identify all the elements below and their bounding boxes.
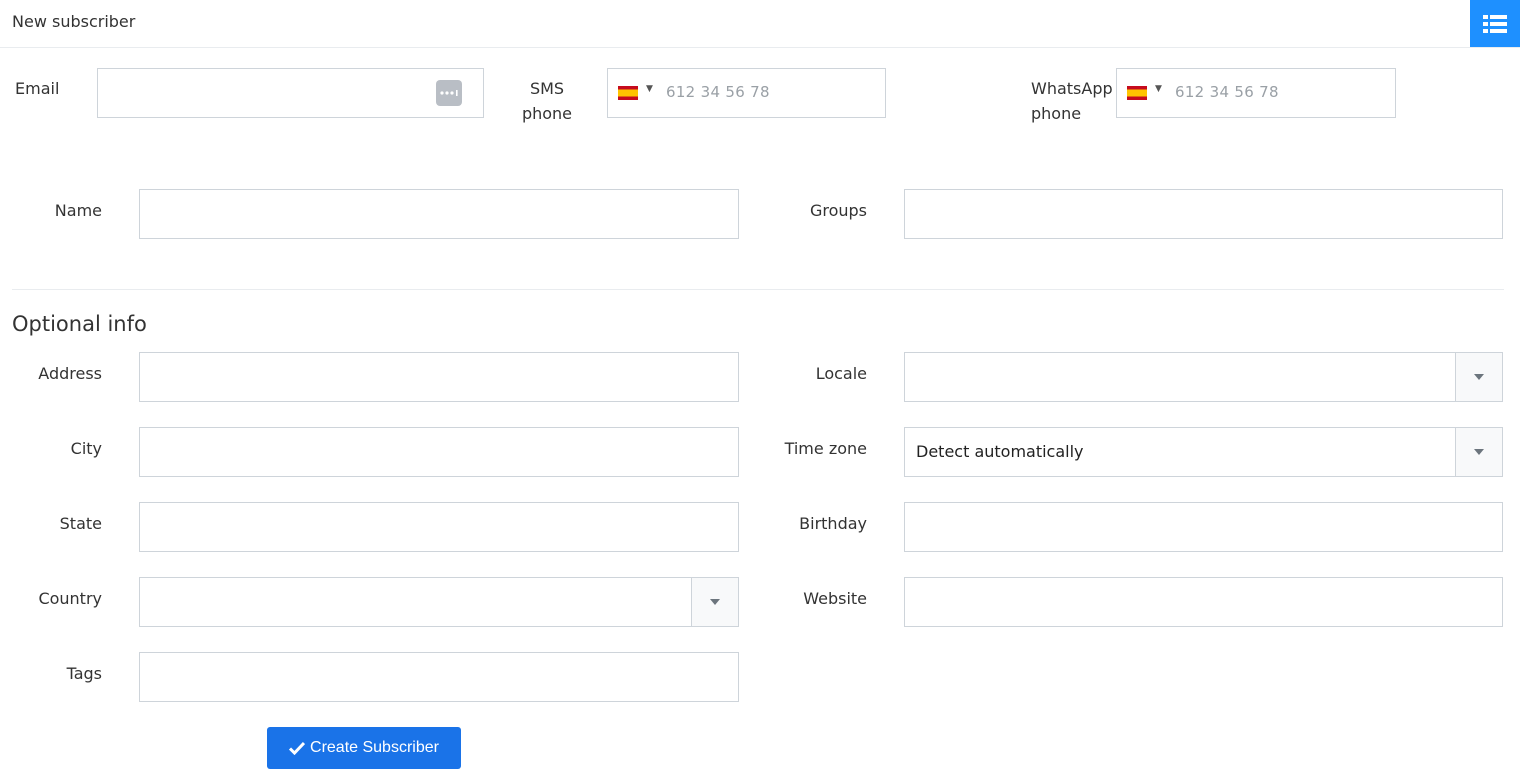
- city-field[interactable]: [139, 427, 739, 477]
- caret-down-icon: [710, 599, 720, 605]
- sms-phone-field[interactable]: ▼ 612 34 56 78: [607, 68, 886, 118]
- name-label: Name: [54, 201, 102, 220]
- birthday-label: Birthday: [799, 514, 867, 533]
- sms-label-line2: phone: [521, 104, 573, 123]
- check-icon: [289, 741, 306, 755]
- whatsapp-label-line2: phone: [1031, 104, 1082, 123]
- tags-field[interactable]: [139, 652, 739, 702]
- sms-phone-placeholder: 612 34 56 78: [666, 83, 770, 101]
- password-manager-button[interactable]: [436, 80, 462, 106]
- birthday-field[interactable]: [904, 502, 1503, 552]
- caret-down-icon[interactable]: ▼: [1155, 84, 1162, 94]
- whatsapp-phone-placeholder: 612 34 56 78: [1175, 83, 1279, 101]
- timezone-dropdown-button[interactable]: [1455, 428, 1502, 476]
- email-label: Email: [15, 79, 60, 98]
- tags-label: Tags: [66, 664, 102, 683]
- ellipsis-icon: [440, 90, 458, 96]
- address-label: Address: [38, 364, 102, 383]
- create-subscriber-label: Create Subscriber: [310, 739, 439, 756]
- state-label: State: [59, 514, 102, 533]
- state-field[interactable]: [139, 502, 739, 552]
- country-label: Country: [38, 589, 102, 608]
- timezone-value: Detect automatically: [916, 442, 1084, 461]
- sms-label-line1: SMS: [529, 79, 565, 98]
- sms-phone-label: SMS phone: [518, 76, 576, 126]
- section-divider: [12, 289, 1504, 290]
- timezone-label: Time zone: [784, 439, 867, 458]
- groups-label: Groups: [809, 201, 867, 220]
- list-view-button[interactable]: [1470, 0, 1520, 47]
- caret-down-icon[interactable]: ▼: [646, 84, 653, 94]
- create-subscriber-button[interactable]: Create Subscriber: [267, 727, 461, 769]
- website-label: Website: [803, 589, 867, 608]
- list-icon: [1483, 14, 1507, 33]
- groups-field[interactable]: [904, 189, 1503, 239]
- whatsapp-phone-field[interactable]: ▼ 612 34 56 78: [1116, 68, 1396, 118]
- caret-down-icon: [1474, 449, 1484, 455]
- whatsapp-phone-label: WhatsApp phone: [1031, 76, 1113, 126]
- page-header: New subscriber: [0, 0, 1520, 48]
- name-field[interactable]: [139, 189, 739, 239]
- address-field[interactable]: [139, 352, 739, 402]
- spain-flag-icon[interactable]: [1127, 86, 1147, 100]
- country-select[interactable]: [139, 577, 739, 627]
- timezone-select[interactable]: Detect automatically: [904, 427, 1503, 477]
- spain-flag-icon[interactable]: [618, 86, 638, 100]
- email-field[interactable]: [97, 68, 484, 118]
- city-label: City: [70, 439, 102, 458]
- locale-label: Locale: [815, 364, 867, 383]
- locale-dropdown-button[interactable]: [1455, 353, 1502, 401]
- optional-info-heading: Optional info: [12, 312, 147, 336]
- caret-down-icon: [1474, 374, 1484, 380]
- whatsapp-label-line1: WhatsApp: [1031, 79, 1113, 98]
- website-field[interactable]: [904, 577, 1503, 627]
- country-dropdown-button[interactable]: [691, 578, 738, 626]
- locale-select[interactable]: [904, 352, 1503, 402]
- page-title: New subscriber: [12, 12, 136, 31]
